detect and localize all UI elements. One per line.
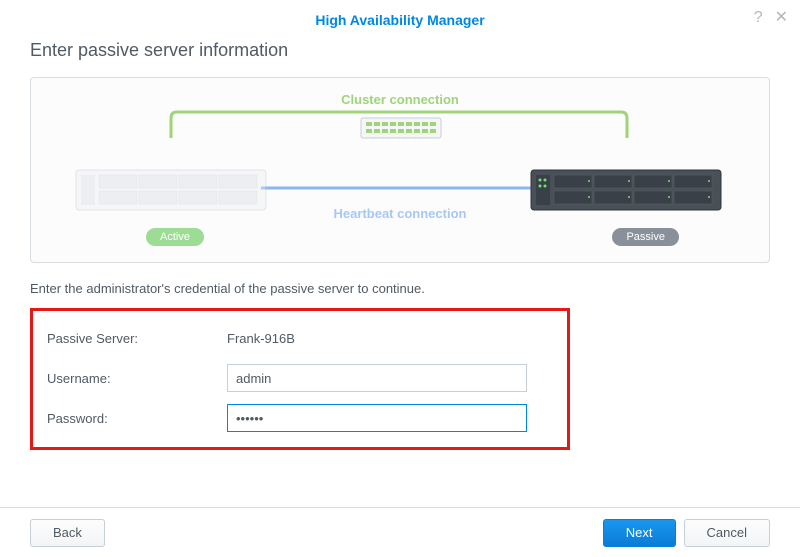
instruction-text: Enter the administrator's credential of …	[30, 281, 770, 296]
credentials-form: Passive Server: Frank-916B Username: Pas…	[30, 308, 570, 450]
password-label: Password:	[47, 411, 227, 426]
content-area: Enter passive server information Cluster…	[0, 40, 800, 450]
passive-server-value: Frank-916B	[227, 331, 295, 346]
footer: Back Next Cancel	[0, 507, 800, 557]
username-label: Username:	[47, 371, 227, 386]
help-icon[interactable]: ?	[754, 10, 763, 26]
titlebar: High Availability Manager ? ✕	[0, 0, 800, 40]
cluster-connection-label: Cluster connection	[341, 92, 459, 107]
password-field[interactable]	[227, 404, 527, 432]
passive-server-row: Passive Server: Frank-916B	[47, 323, 553, 353]
passive-badge: Passive	[612, 228, 679, 246]
password-row: Password:	[47, 403, 553, 433]
passive-server-label: Passive Server:	[47, 331, 227, 346]
app-title: High Availability Manager	[315, 12, 484, 28]
cancel-button[interactable]: Cancel	[684, 519, 770, 547]
topology-diagram: Cluster connection Heartbeat connection …	[30, 77, 770, 263]
username-field[interactable]	[227, 364, 527, 392]
window-controls: ? ✕	[754, 10, 788, 26]
username-row: Username:	[47, 363, 553, 393]
heartbeat-connection-label: Heartbeat connection	[334, 206, 467, 221]
active-badge: Active	[146, 228, 204, 246]
back-button[interactable]: Back	[30, 519, 105, 547]
page-title: Enter passive server information	[30, 40, 770, 61]
close-icon[interactable]: ✕	[775, 10, 788, 26]
next-button[interactable]: Next	[603, 519, 676, 547]
